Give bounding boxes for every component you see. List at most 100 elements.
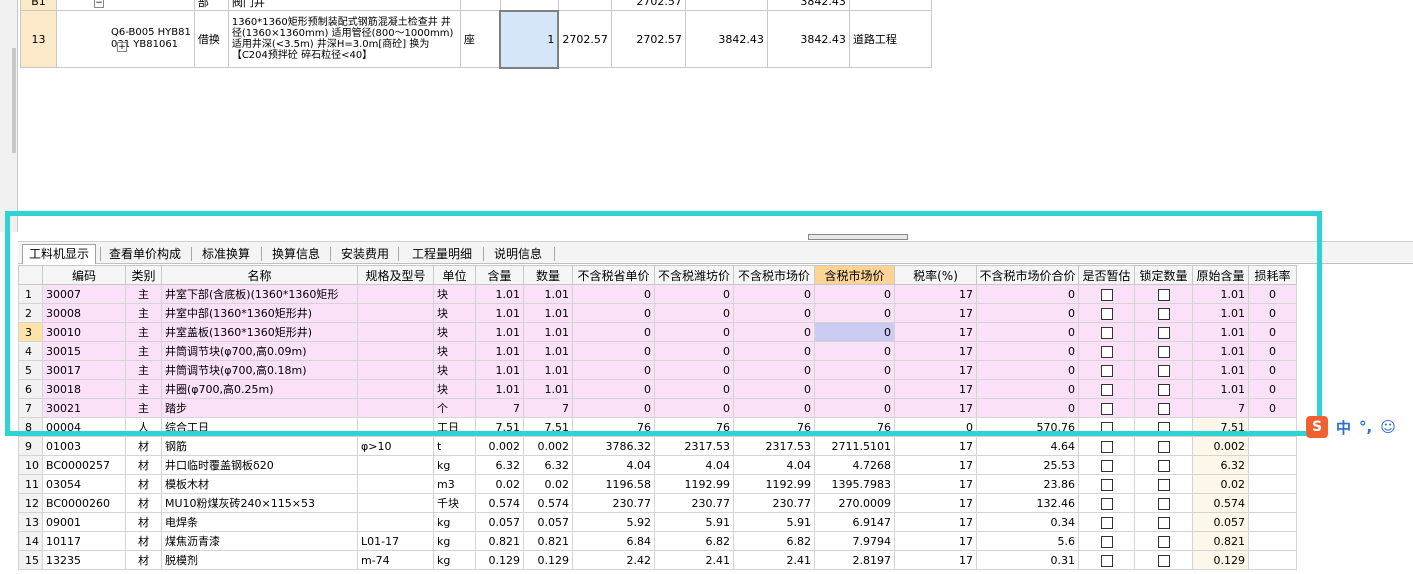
is-estimate-checkbox[interactable] (1078, 379, 1135, 399)
quantity-cell[interactable]: 0.002 (523, 436, 573, 456)
category-cell[interactable]: 主 (125, 341, 162, 361)
spec-cell[interactable]: m-74 (357, 550, 434, 570)
weifang-price-cell[interactable]: 0 (654, 379, 734, 399)
checkbox-icon[interactable] (1100, 516, 1113, 529)
loss-rate-cell[interactable]: 0 (1248, 322, 1297, 342)
checkbox-icon[interactable] (1100, 288, 1113, 301)
province-price-cell[interactable]: 0 (572, 341, 655, 361)
weifang-price-cell[interactable]: 0 (654, 341, 734, 361)
is-estimate-checkbox[interactable] (1078, 455, 1135, 475)
province-price-cell[interactable]: 0 (572, 284, 655, 304)
content-cell[interactable]: 1.01 (475, 303, 524, 323)
weifang-price-cell[interactable]: 1192.99 (654, 474, 734, 494)
unit-cell[interactable]: 块 (433, 379, 476, 399)
material-row[interactable]: 10 BC0000257 材井口临时覆盖钢板δ20 kg 6.32 6.32 4.04 4.0… (18, 455, 1297, 475)
type-cell[interactable]: 借换 (193, 10, 229, 68)
spec-cell[interactable] (357, 341, 434, 361)
unit-cell[interactable]: 块 (433, 303, 476, 323)
spec-header[interactable]: 规格及型号 (357, 265, 434, 285)
material-row[interactable]: 9 01003 材钢筋 φ>10 t 0.002 0.002 3786.32 2317.53 23… (18, 436, 1297, 456)
checkbox-icon[interactable] (1157, 364, 1170, 377)
tab-quantity-details[interactable]: 工程量明细 (405, 244, 479, 264)
lock-quantity-checkbox[interactable] (1134, 493, 1193, 513)
code-cell[interactable]: 00004 (42, 417, 126, 437)
checkbox-icon[interactable] (1100, 364, 1113, 377)
original-content-cell[interactable]: 6.32 (1192, 455, 1249, 475)
quantity-cell[interactable]: 0.821 (523, 531, 573, 551)
market-price-cell[interactable]: 0 (733, 398, 815, 418)
category-cell[interactable]: 材 (125, 550, 162, 570)
name-cell[interactable]: 综合工日 (161, 417, 358, 437)
province-price-cell[interactable]: 0 (572, 398, 655, 418)
checkbox-icon[interactable] (1100, 307, 1113, 320)
vertical-scrollbar-thumb[interactable] (12, 48, 16, 153)
type-cell[interactable]: 部 (193, 0, 229, 11)
unit-cell[interactable]: kg (433, 531, 476, 551)
ime-punctuation-toggle[interactable]: °, (1359, 418, 1372, 436)
code-cell[interactable]: 30007 (42, 284, 126, 304)
lock-quantity-checkbox[interactable] (1134, 322, 1193, 342)
code-cell[interactable]: 30015 (42, 341, 126, 361)
content-cell[interactable]: 1.01 (475, 284, 524, 304)
province-price-cell[interactable]: 0 (572, 360, 655, 380)
total-cell-b[interactable]: 3842.43 (766, 10, 850, 68)
market-total-cell[interactable]: 5.6 (976, 531, 1079, 551)
category-cell[interactable]: 主 (125, 379, 162, 399)
checkbox-icon[interactable] (1100, 478, 1113, 491)
name-cell[interactable]: 井筒调节块(φ700,高0.18m) (161, 360, 358, 380)
price-cell-b[interactable]: 2702.57 (610, 10, 686, 68)
market-total-cell[interactable]: 570.76 (976, 417, 1079, 437)
tab-conversion-info[interactable]: 换算信息 (265, 244, 327, 264)
loss-rate-header[interactable]: 损耗率 (1248, 265, 1297, 285)
loss-rate-cell[interactable] (1248, 436, 1297, 456)
taxed-market-price-cell[interactable]: 0 (814, 322, 895, 342)
category-cell[interactable]: 主 (125, 398, 162, 418)
spec-cell[interactable]: L01-17 (357, 531, 434, 551)
original-content-cell[interactable]: 1.01 (1192, 284, 1249, 304)
expand-icon[interactable]: + (117, 42, 127, 52)
lock-quantity-checkbox[interactable] (1134, 550, 1193, 570)
unit-cell[interactable]: kg (433, 512, 476, 532)
market-price-cell[interactable]: 230.77 (733, 493, 815, 513)
market-price-cell[interactable]: 1192.99 (733, 474, 815, 494)
ime-toolbar[interactable]: S 中 °, ☺ (1306, 412, 1413, 442)
is-estimate-checkbox[interactable] (1078, 436, 1135, 456)
name-cell[interactable]: 电焊条 (161, 512, 358, 532)
market-price-cell[interactable]: 0 (733, 379, 815, 399)
loss-rate-cell[interactable]: 0 (1248, 360, 1297, 380)
spec-cell[interactable] (357, 284, 434, 304)
tax-rate-cell[interactable]: 17 (894, 512, 977, 532)
code-cell[interactable]: Q6-B005 HYB81 + 031 YB81061 (56, 10, 195, 68)
name-cell[interactable]: 脱模剂 (161, 550, 358, 570)
material-row[interactable]: 7 30021 主踏步个 7 7 0 0 0 0 17 0 7 0 (18, 398, 1297, 418)
category-cell[interactable]: 材 (125, 474, 162, 494)
name-cell[interactable]: 钢筋 (161, 436, 358, 456)
market-total-cell[interactable]: 0 (976, 398, 1079, 418)
unit-cell[interactable]: 工日 (433, 417, 476, 437)
is-estimate-checkbox[interactable] (1078, 284, 1135, 304)
province-price-cell[interactable]: 4.04 (572, 455, 655, 475)
original-content-cell[interactable]: 0.057 (1192, 512, 1249, 532)
material-row[interactable]: 1 30007 主井室下部(含底板)(1360*1360矩形块 1.01 1.01 0 0 0… (18, 284, 1297, 304)
loss-rate-cell[interactable]: 0 (1248, 284, 1297, 304)
quantity-cell[interactable]: 0.057 (523, 512, 573, 532)
content-cell[interactable]: 1.01 (475, 379, 524, 399)
taxed-market-price-cell[interactable]: 0 (814, 303, 895, 323)
category-cell[interactable]: 主 (125, 360, 162, 380)
spec-cell[interactable] (357, 474, 434, 494)
weifang-price-cell[interactable]: 0 (654, 398, 734, 418)
province-price-cell[interactable]: 6.84 (572, 531, 655, 551)
market-total-header[interactable]: 不含税市场价合价 (976, 265, 1079, 285)
material-row[interactable]: 15 13235 材脱模剂 m-74 kg 0.129 0.129 2.42 2.41 2.41 2… (18, 550, 1297, 570)
province-price-cell[interactable]: 0 (572, 322, 655, 342)
quantity-cell[interactable]: 1.01 (523, 284, 573, 304)
quantity-header[interactable]: 数量 (523, 265, 573, 285)
total-cell[interactable]: 3842.43 (766, 0, 850, 11)
original-content-cell[interactable]: 0.002 (1192, 436, 1249, 456)
name-cell[interactable]: 阀门井 (227, 0, 461, 11)
name-cell[interactable]: 井室盖板(1360*1360矩形井) (161, 322, 358, 342)
lock-quantity-checkbox[interactable] (1134, 474, 1193, 494)
name-cell[interactable]: 1360*1360矩形预制装配式钢筋混凝土检查井 井径(1360×1360mm)… (227, 10, 461, 68)
quantity-cell[interactable]: 7 (523, 398, 573, 418)
province-price-cell[interactable]: 5.92 (572, 512, 655, 532)
